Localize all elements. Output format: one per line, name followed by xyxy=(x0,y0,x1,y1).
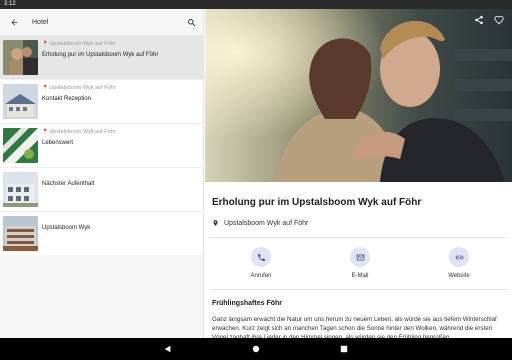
share-icon[interactable] xyxy=(474,15,484,25)
results-pane: Hotel 📍 Upstalsboom Wyk auf Föhr Erholung… xyxy=(0,9,204,338)
arrow-back-icon xyxy=(11,19,17,25)
result-item[interactable]: Upstalsboom Wyk xyxy=(0,211,203,255)
search-input[interactable]: Hotel xyxy=(28,19,179,26)
search-icon xyxy=(187,18,195,26)
result-title: Kontakt Rezeption xyxy=(42,96,92,102)
location-pin-icon xyxy=(213,220,218,226)
hero-image xyxy=(205,9,512,182)
website-label: Website xyxy=(448,273,470,279)
result-item[interactable]: 📍 Upstalsboom Wyk auf Föhr Erholung pur i… xyxy=(0,35,203,79)
result-thumbnail xyxy=(3,128,38,163)
call-label: Anrufen xyxy=(250,273,272,279)
result-title: Upstalsboom Wyk xyxy=(42,225,91,231)
result-title: Nächster Aufenthalt xyxy=(42,181,95,187)
result-thumbnail xyxy=(3,40,38,75)
result-thumbnail xyxy=(3,216,38,251)
detail-pane: Erholung pur im Upstalsboom Wyk auf Föhr… xyxy=(205,9,512,338)
location-pin-icon: 📍 xyxy=(42,41,49,47)
result-item[interactable]: 📍 Upstalsboom Wyk auf Föhr Lebenswert xyxy=(0,123,203,167)
result-thumbnail xyxy=(3,84,38,119)
system-nav-bar xyxy=(0,338,512,360)
location-pin-icon: 📍 xyxy=(42,85,49,91)
nav-recents-icon[interactable] xyxy=(340,345,348,353)
status-time: 3:12 xyxy=(4,1,16,7)
result-title: Lebenswert xyxy=(42,140,74,146)
detail-title: Erholung pur im Upstalsboom Wyk auf Föhr xyxy=(212,197,422,208)
result-subtitle: Upstalsboom Wyk auf Föhr xyxy=(49,85,116,91)
back-button[interactable] xyxy=(0,9,28,35)
heart-icon[interactable] xyxy=(494,15,504,25)
email-label: E-Mail xyxy=(351,273,369,279)
status-bar: 3:12 xyxy=(0,0,512,9)
nav-back-icon[interactable] xyxy=(164,345,172,353)
result-subtitle: Upstalsboom Wyk auf Föhr xyxy=(49,41,116,47)
location-pin-icon: 📍 xyxy=(42,129,49,135)
phone-icon xyxy=(257,253,265,261)
website-button[interactable]: Website xyxy=(444,247,474,279)
result-thumbnail xyxy=(3,172,38,207)
result-item[interactable]: Nächster Aufenthalt xyxy=(0,167,203,211)
search-bar: Hotel xyxy=(0,9,203,35)
detail-location-text: Upstalsboom Wyk auf Föhr xyxy=(224,219,309,227)
result-title: Erholung pur im Upstalsboom Wyk auf Föhr xyxy=(42,52,159,58)
body-text: Ganz langsam erwacht die Natur um uns he… xyxy=(212,316,497,338)
email-button[interactable]: E-Mail xyxy=(345,247,375,279)
call-button[interactable]: Anrufen xyxy=(246,247,276,279)
result-subtitle: Upstalsboom Wyk auf Föhr xyxy=(49,129,116,135)
nav-home-icon[interactable] xyxy=(252,345,260,353)
result-item[interactable]: 📍 Upstalsboom Wyk auf Föhr Kontakt Rezept… xyxy=(0,79,203,123)
search-button[interactable] xyxy=(179,9,203,35)
contact-actions: Anrufen E-Mail Website xyxy=(205,238,512,279)
mail-icon xyxy=(356,254,364,260)
section-title: Frühlingshaftes Föhr xyxy=(212,300,282,307)
link-icon xyxy=(455,255,463,259)
detail-location: Upstalsboom Wyk auf Föhr xyxy=(205,208,512,227)
